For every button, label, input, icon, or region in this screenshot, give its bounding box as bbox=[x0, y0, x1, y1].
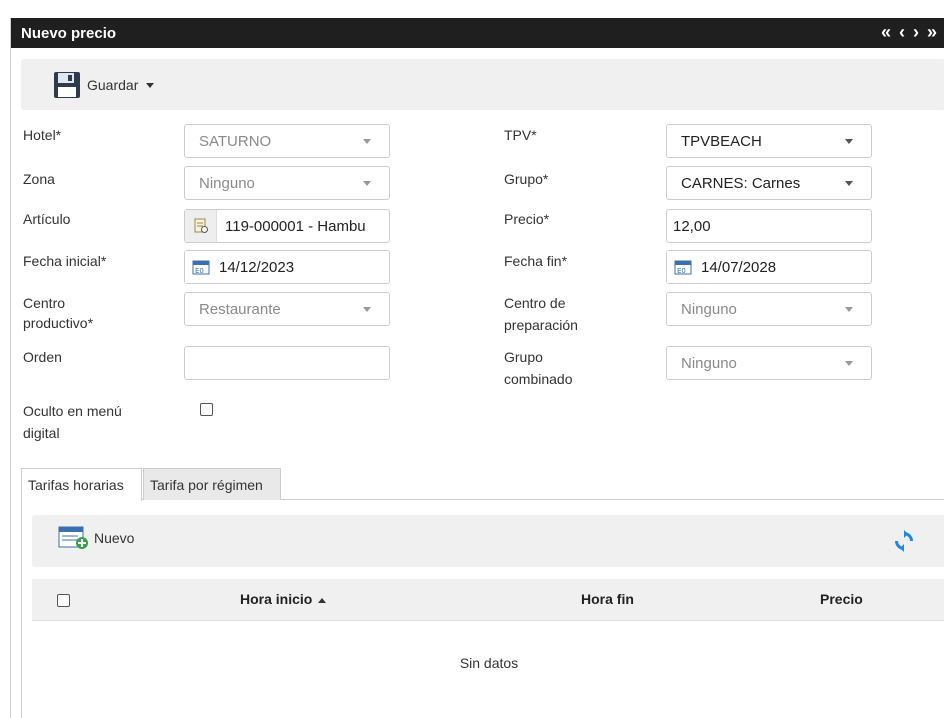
oculto-label-2: digital bbox=[23, 425, 60, 441]
grupo-value: CARNES: Carnes bbox=[681, 174, 801, 192]
precio-input[interactable]: 12,00 bbox=[666, 209, 872, 243]
centro-productivo-label-2: productivo* bbox=[23, 315, 94, 331]
fecha-inicial-value: 14/12/2023 bbox=[219, 258, 295, 276]
grupo-label: Grupo* bbox=[504, 171, 549, 187]
window-title: Nuevo precio bbox=[21, 25, 117, 42]
grid-toolbar: Nuevo bbox=[32, 515, 944, 567]
tab-bar: Tarifas horarias Tarifa por régimen bbox=[21, 468, 944, 501]
svg-text:E0: E0 bbox=[677, 267, 686, 275]
calendar-icon[interactable]: E0 bbox=[185, 251, 217, 283]
chevron-down-icon bbox=[363, 180, 371, 186]
hotel-value: SATURNO bbox=[199, 132, 272, 150]
save-label: Guardar bbox=[87, 77, 139, 93]
zona-label: Zona bbox=[23, 171, 55, 187]
last-record-button[interactable]: » bbox=[925, 22, 939, 42]
oculto-label-1: Oculto en menú bbox=[23, 403, 122, 419]
precio-label: Precio* bbox=[504, 211, 550, 227]
tpv-value: TPVBEACH bbox=[681, 132, 762, 150]
empty-message: Sin datos bbox=[459, 655, 519, 671]
svg-text:E0: E0 bbox=[195, 267, 204, 275]
floppy-disk-icon bbox=[54, 72, 80, 98]
centro-preparacion-select[interactable]: Ninguno bbox=[666, 292, 872, 326]
grupo-combinado-label-2: combinado bbox=[504, 371, 573, 387]
tpv-label: TPV* bbox=[504, 127, 537, 143]
select-all-checkbox[interactable] bbox=[57, 594, 70, 607]
fecha-fin-label: Fecha fin* bbox=[504, 253, 568, 269]
hotel-select[interactable]: SATURNO bbox=[184, 124, 390, 158]
new-price-window: Nuevo precio « ‹ › » Guardar Hotel* SATU… bbox=[10, 18, 944, 718]
chevron-down-icon bbox=[845, 138, 853, 144]
chevron-down-icon bbox=[845, 360, 853, 366]
article-lookup-icon[interactable] bbox=[185, 210, 217, 242]
fecha-fin-value: 14/07/2028 bbox=[701, 258, 777, 276]
column-header-hora-inicio[interactable]: Hora inicio bbox=[240, 591, 327, 607]
centro-productivo-label-1: Centro bbox=[23, 295, 66, 311]
refresh-icon bbox=[895, 530, 913, 552]
calendar-icon[interactable]: E0 bbox=[667, 251, 699, 283]
next-record-button[interactable]: › bbox=[911, 22, 921, 42]
tpv-select[interactable]: TPVBEACH bbox=[666, 124, 872, 158]
chevron-down-icon bbox=[146, 82, 155, 88]
orden-label: Orden bbox=[23, 349, 62, 365]
save-button[interactable]: Guardar bbox=[53, 69, 155, 101]
sort-ascending-icon bbox=[318, 597, 327, 603]
first-record-button[interactable]: « bbox=[879, 22, 893, 42]
centro-productivo-select[interactable]: Restaurante bbox=[184, 292, 390, 326]
fecha-fin-field[interactable]: E0 14/07/2028 bbox=[666, 250, 872, 284]
tab-tarifas-horarias[interactable]: Tarifas horarias bbox=[21, 468, 142, 501]
zona-value: Ninguno bbox=[199, 174, 255, 192]
oculto-checkbox[interactable] bbox=[200, 403, 213, 416]
chevron-down-icon bbox=[845, 180, 853, 186]
chevron-down-icon bbox=[845, 306, 853, 312]
record-navigation: « ‹ › » bbox=[879, 22, 939, 42]
tab-panel: Nuevo Hora inicio Hora fin Precio Sin da… bbox=[21, 500, 944, 718]
add-row-icon bbox=[58, 526, 88, 549]
grupo-select[interactable]: CARNES: Carnes bbox=[666, 166, 872, 200]
grupo-combinado-label-1: Grupo bbox=[504, 349, 543, 365]
zona-select[interactable]: Ninguno bbox=[184, 166, 390, 200]
articulo-field[interactable]: 119-000001 - Hambu bbox=[184, 209, 390, 243]
new-label: Nuevo bbox=[94, 530, 135, 546]
column-header-precio[interactable]: Precio bbox=[820, 591, 863, 607]
chevron-down-icon bbox=[363, 138, 371, 144]
centro-preparacion-label-2: preparación bbox=[504, 317, 578, 333]
centro-productivo-value: Restaurante bbox=[199, 300, 281, 318]
hora-inicio-label: Hora inicio bbox=[240, 591, 313, 607]
articulo-label: Artículo bbox=[23, 211, 71, 227]
tab-tarifa-por-regimen[interactable]: Tarifa por régimen bbox=[143, 468, 281, 500]
chevron-down-icon bbox=[363, 306, 371, 312]
articulo-value: 119-000001 - Hambu bbox=[225, 217, 366, 235]
refresh-button[interactable] bbox=[892, 529, 916, 556]
hotel-label: Hotel* bbox=[23, 127, 62, 143]
grupo-combinado-value: Ninguno bbox=[681, 354, 737, 372]
grid-header: Hora inicio Hora fin Precio bbox=[32, 579, 944, 621]
centro-preparacion-label-1: Centro de bbox=[504, 295, 566, 311]
title-bar: Nuevo precio « ‹ › » bbox=[11, 18, 944, 48]
centro-preparacion-value: Ninguno bbox=[681, 300, 737, 318]
main-toolbar: Guardar bbox=[21, 59, 944, 110]
fecha-inicial-label: Fecha inicial* bbox=[23, 253, 107, 269]
new-button[interactable]: Nuevo bbox=[58, 526, 134, 550]
column-header-hora-fin[interactable]: Hora fin bbox=[581, 591, 634, 607]
grupo-combinado-select[interactable]: Ninguno bbox=[666, 346, 872, 380]
fecha-inicial-field[interactable]: E0 14/12/2023 bbox=[184, 250, 390, 284]
precio-value: 12,00 bbox=[673, 217, 711, 235]
prev-record-button[interactable]: ‹ bbox=[897, 22, 907, 42]
orden-input[interactable] bbox=[184, 346, 390, 380]
